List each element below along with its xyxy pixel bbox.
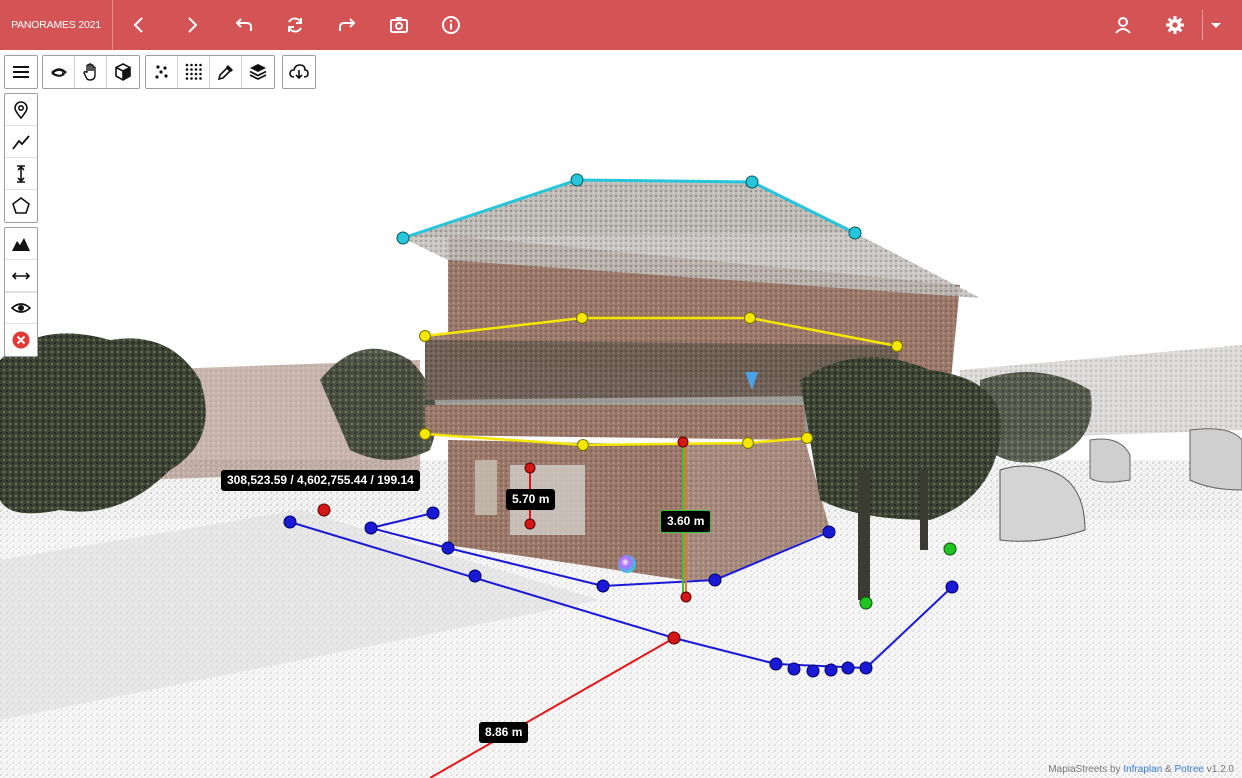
version-label: v1.2.0 bbox=[1206, 764, 1234, 775]
top-bar: PANORAMES 2021 bbox=[0, 0, 1242, 50]
refresh-button[interactable] bbox=[277, 7, 313, 43]
menu-group bbox=[4, 55, 38, 89]
measure-tools bbox=[4, 93, 38, 223]
polygon-measure-button[interactable] bbox=[5, 190, 37, 222]
points-sparse-button[interactable] bbox=[146, 56, 178, 88]
green-marker bbox=[859, 596, 873, 610]
app-title: PANORAMES 2021 bbox=[0, 0, 113, 50]
floor-vertex bbox=[742, 437, 754, 449]
screenshot-button[interactable] bbox=[381, 7, 417, 43]
chevron-right-icon bbox=[188, 17, 198, 33]
caret-down-icon bbox=[1211, 23, 1221, 28]
cloud-download-icon bbox=[289, 64, 309, 80]
user-icon bbox=[1115, 17, 1131, 34]
polyline-icon bbox=[12, 134, 30, 150]
parked-car-2 bbox=[1089, 438, 1131, 483]
redo-icon bbox=[339, 18, 356, 31]
forward-button[interactable] bbox=[174, 7, 210, 43]
refresh-icon bbox=[288, 17, 302, 33]
points-grid-button[interactable] bbox=[178, 56, 210, 88]
floor-vertex bbox=[891, 340, 903, 352]
roof-vertex bbox=[396, 231, 410, 245]
download-group bbox=[282, 55, 316, 89]
height-label-2: 3.60 m bbox=[660, 510, 712, 533]
terrain-profile-button[interactable] bbox=[5, 228, 37, 260]
height-label-1: 5.70 m bbox=[506, 489, 556, 510]
credit-amp: & bbox=[1165, 764, 1172, 775]
terrain-icon bbox=[12, 237, 30, 251]
user-button[interactable] bbox=[1105, 7, 1141, 43]
layers-button[interactable] bbox=[242, 56, 274, 88]
eyedropper-icon bbox=[217, 65, 233, 81]
point-marker-icon bbox=[14, 100, 28, 119]
credit-prefix: MapiaStreets by bbox=[1048, 764, 1121, 775]
undo-button[interactable] bbox=[226, 7, 262, 43]
orbit-button[interactable] bbox=[43, 56, 75, 88]
dropdown-button[interactable] bbox=[1203, 7, 1229, 43]
profile-tools bbox=[4, 227, 38, 357]
gear-icon bbox=[1166, 16, 1184, 34]
height-measure-button[interactable] bbox=[5, 158, 37, 190]
cloud-download-button[interactable] bbox=[283, 56, 315, 88]
redo-button[interactable] bbox=[329, 7, 365, 43]
polygon-icon bbox=[12, 197, 30, 214]
info-button[interactable] bbox=[433, 7, 469, 43]
roof-vertex bbox=[848, 226, 862, 240]
pan-hand-icon bbox=[82, 63, 96, 81]
roof-vertex bbox=[570, 173, 584, 187]
floor-vertex bbox=[801, 432, 813, 444]
infraplan-link[interactable]: Infraplan bbox=[1123, 764, 1162, 775]
tree-trunk bbox=[858, 470, 870, 600]
info-icon bbox=[442, 16, 460, 34]
roof-vertex bbox=[745, 175, 759, 189]
potree-link[interactable]: Potree bbox=[1175, 764, 1204, 775]
menu-icon bbox=[13, 66, 29, 78]
height-icon bbox=[17, 164, 25, 183]
polyline-measure-button[interactable] bbox=[5, 126, 37, 158]
navigation-group bbox=[42, 55, 140, 89]
floor-vertex bbox=[576, 312, 588, 324]
visibility-button[interactable] bbox=[5, 292, 37, 324]
clear-icon bbox=[12, 331, 30, 349]
settings-button[interactable] bbox=[1157, 7, 1193, 43]
distance-tool-button[interactable] bbox=[5, 260, 37, 292]
green-marker bbox=[943, 542, 957, 556]
eyedropper-button[interactable] bbox=[210, 56, 242, 88]
point-cloud-viewport[interactable]: 308,523.59 / 4,602,755.44 / 199.14 5.70 … bbox=[0, 50, 1242, 778]
floor-vertex bbox=[419, 428, 431, 440]
pan-button[interactable] bbox=[75, 56, 107, 88]
menu-button[interactable] bbox=[5, 56, 37, 88]
floor-vertex bbox=[744, 312, 756, 324]
point-measure-button[interactable] bbox=[5, 94, 37, 126]
tree-right bbox=[800, 357, 1002, 520]
floor-vertex bbox=[419, 330, 431, 342]
distance-label: 8.86 m bbox=[479, 722, 529, 743]
layers-icon bbox=[249, 64, 267, 81]
eye-icon bbox=[11, 303, 31, 313]
orbit-icon bbox=[50, 68, 67, 77]
clear-measurements-button[interactable] bbox=[5, 324, 37, 356]
undo-icon bbox=[235, 18, 252, 31]
coordinate-label: 308,523.59 / 4,602,755.44 / 199.14 bbox=[221, 470, 420, 491]
building-balcony bbox=[425, 405, 805, 440]
point-cloud-scene[interactable] bbox=[0, 50, 1242, 778]
navigation-sphere bbox=[618, 555, 636, 573]
cube-icon bbox=[115, 63, 131, 81]
door bbox=[475, 460, 497, 515]
points-grid-icon bbox=[185, 63, 202, 80]
floor-vertex bbox=[577, 439, 589, 451]
credit-line: MapiaStreets by Infraplan & Potree v1.2.… bbox=[1048, 764, 1234, 775]
chevron-left-icon bbox=[133, 17, 143, 33]
cube-view-button[interactable] bbox=[107, 56, 139, 88]
camera-icon bbox=[390, 17, 408, 33]
back-button[interactable] bbox=[121, 7, 157, 43]
points-sparse-icon bbox=[154, 65, 168, 79]
coordinate-point-marker bbox=[317, 503, 331, 517]
display-group bbox=[145, 55, 275, 89]
distance-icon bbox=[11, 271, 31, 280]
